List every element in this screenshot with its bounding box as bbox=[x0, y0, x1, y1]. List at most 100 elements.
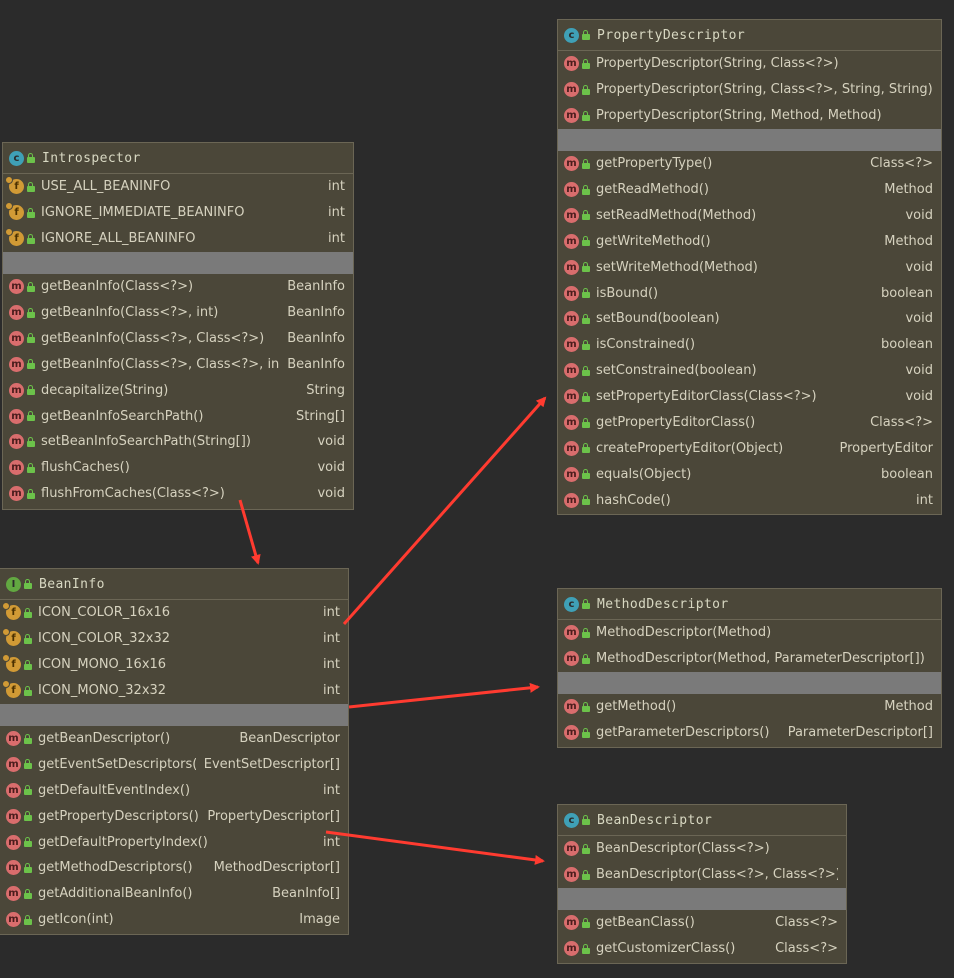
beandescriptor-header[interactable]: c BeanDescriptor bbox=[558, 805, 846, 836]
method-row[interactable]: m setConstrained(boolean) void bbox=[558, 358, 941, 384]
field-row[interactable]: f IGNORE_ALL_BEANINFO int bbox=[3, 226, 353, 252]
field-type: int bbox=[323, 657, 340, 673]
method-row[interactable]: m flushCaches() void bbox=[3, 455, 353, 481]
method-row[interactable]: m getPropertyEditorClass() Class<?> bbox=[558, 410, 941, 436]
method-return-type: BeanInfo bbox=[287, 305, 345, 320]
public-lock-icon bbox=[582, 443, 591, 454]
method-row[interactable]: m getBeanInfo(Class<?>, Class<?>, int) Bea… bbox=[3, 351, 353, 377]
constructor-name: PropertyDescriptor(String, Method, Metho… bbox=[596, 108, 882, 124]
method-row[interactable]: m createPropertyEditor(Object) PropertyEdi… bbox=[558, 435, 941, 461]
methoddescriptor-header[interactable]: c MethodDescriptor bbox=[558, 589, 941, 620]
public-lock-icon bbox=[582, 815, 591, 825]
constructor-row[interactable]: m PropertyDescriptor(String, Class<?>, St… bbox=[558, 77, 941, 103]
method-row[interactable]: m hashCode() int bbox=[558, 487, 941, 513]
constructor-row[interactable]: m PropertyDescriptor(String, Class<?>) bbox=[558, 51, 941, 77]
method-row[interactable]: m getDefaultPropertyIndex() int bbox=[0, 829, 348, 855]
method-name: equals(Object) bbox=[596, 466, 692, 482]
field-type: int bbox=[328, 231, 345, 247]
propertydescriptor-header[interactable]: c PropertyDescriptor bbox=[558, 20, 941, 51]
method-row[interactable]: m setBound(boolean) void bbox=[558, 306, 941, 332]
method-row[interactable]: m getMethod() Method bbox=[558, 694, 941, 720]
method-row[interactable]: m getMethodDescriptors() MethodDescriptor[… bbox=[0, 855, 348, 881]
method-row[interactable]: m getEventSetDescriptors() EventSetDescrip… bbox=[0, 751, 348, 777]
method-row[interactable]: m decapitalize(String) String bbox=[3, 377, 353, 403]
field-row[interactable]: f ICON_MONO_32x32 int bbox=[0, 678, 348, 704]
method-name: setBound(boolean) bbox=[596, 311, 720, 327]
method-row[interactable]: m flushFromCaches(Class<?>) void bbox=[3, 481, 353, 507]
public-lock-icon bbox=[24, 914, 33, 925]
public-lock-icon bbox=[582, 943, 591, 954]
method-row[interactable]: m getBeanInfo(Class<?>, Class<?>) BeanInfo bbox=[3, 325, 353, 351]
constructor-name: MethodDescriptor(Method, ParameterDescri… bbox=[596, 651, 925, 667]
method-row[interactable]: m getDefaultEventIndex() int bbox=[0, 777, 348, 803]
method-row[interactable]: m setWriteMethod(Method) void bbox=[558, 254, 941, 280]
method-row[interactable]: m getReadMethod() Method bbox=[558, 177, 941, 203]
method-icon: m bbox=[564, 207, 579, 223]
constructor-row[interactable]: m BeanDescriptor(Class<?>, Class<?>) bbox=[558, 862, 846, 888]
method-row[interactable]: m getCustomizerClass() Class<?> bbox=[558, 936, 846, 962]
field-name: ICON_MONO_32x32 bbox=[38, 683, 167, 699]
method-row[interactable]: m getIcon(int) Image bbox=[0, 907, 348, 933]
method-name: flushCaches() bbox=[41, 460, 130, 476]
field-row[interactable]: f ICON_COLOR_32x32 int bbox=[0, 626, 348, 652]
method-return-type: Method bbox=[884, 233, 933, 249]
method-return-type: int bbox=[323, 782, 340, 798]
method-name: getMethodDescriptors() bbox=[38, 860, 193, 876]
public-lock-icon bbox=[582, 110, 591, 121]
method-row[interactable]: m getBeanDescriptor() BeanDescriptor bbox=[0, 726, 348, 752]
constructor-row[interactable]: m BeanDescriptor(Class<?>) bbox=[558, 836, 846, 862]
method-row[interactable]: m isBound() boolean bbox=[558, 280, 941, 306]
methods-section: m getBeanClass() Class<?> m getCustomizerCl… bbox=[558, 910, 846, 962]
method-row[interactable]: m getBeanInfo(Class<?>) BeanInfo bbox=[3, 274, 353, 300]
constructor-row[interactable]: m MethodDescriptor(Method) bbox=[558, 620, 941, 646]
field-name: ICON_COLOR_16x16 bbox=[38, 605, 170, 621]
constructor-name: PropertyDescriptor(String, Class<?>) bbox=[596, 56, 839, 72]
beaninfo-interface-box[interactable]: I BeanInfo f ICON_COLOR_16x16 int f ICON_CO… bbox=[0, 568, 349, 935]
public-lock-icon bbox=[24, 685, 33, 696]
method-row[interactable]: m getPropertyDescriptors() PropertyDescrip… bbox=[0, 803, 348, 829]
abstract-method-icon: m bbox=[6, 834, 21, 850]
method-row[interactable]: m getWriteMethod() Method bbox=[558, 228, 941, 254]
methoddescriptor-class-box[interactable]: c MethodDescriptor m MethodDescriptor(Met… bbox=[557, 588, 942, 748]
constructor-row[interactable]: m MethodDescriptor(Method, ParameterDescr… bbox=[558, 646, 941, 672]
field-row[interactable]: f ICON_COLOR_16x16 int bbox=[0, 600, 348, 626]
field-row[interactable]: f ICON_MONO_16x16 int bbox=[0, 652, 348, 678]
method-name: getCustomizerClass() bbox=[596, 941, 736, 957]
public-lock-icon bbox=[582, 701, 591, 712]
field-name: IGNORE_IMMEDIATE_BEANINFO bbox=[41, 205, 245, 221]
method-icon: m bbox=[564, 182, 579, 197]
public-lock-icon bbox=[582, 365, 591, 376]
field-row[interactable]: f USE_ALL_BEANINFO int bbox=[3, 174, 353, 200]
public-lock-icon bbox=[27, 307, 36, 318]
method-name: getWriteMethod() bbox=[596, 233, 711, 249]
public-lock-icon bbox=[582, 469, 591, 480]
class-title: PropertyDescriptor bbox=[597, 27, 746, 43]
field-type: int bbox=[323, 631, 340, 647]
method-row[interactable]: m getBeanInfoSearchPath() String[] bbox=[3, 403, 353, 429]
method-row[interactable]: m setBeanInfoSearchPath(String[]) void bbox=[3, 429, 353, 455]
method-row[interactable]: m getPropertyType() Class<?> bbox=[558, 151, 941, 177]
method-icon: m bbox=[9, 486, 24, 502]
method-row[interactable]: m getBeanClass() Class<?> bbox=[558, 910, 846, 936]
method-row[interactable]: m setReadMethod(Method) void bbox=[558, 202, 941, 228]
method-row[interactable]: m getBeanInfo(Class<?>, int) BeanInfo bbox=[3, 300, 353, 326]
section-divider bbox=[558, 671, 941, 694]
method-icon: m bbox=[564, 867, 579, 883]
propertydescriptor-class-box[interactable]: c PropertyDescriptor m PropertyDescriptor… bbox=[557, 19, 942, 515]
field-row[interactable]: f IGNORE_IMMEDIATE_BEANINFO int bbox=[3, 200, 353, 226]
introspector-header[interactable]: c Introspector bbox=[3, 143, 353, 174]
method-row[interactable]: m isConstrained() boolean bbox=[558, 332, 941, 358]
constructor-row[interactable]: m PropertyDescriptor(String, Method, Meth… bbox=[558, 103, 941, 129]
public-lock-icon bbox=[582, 262, 591, 273]
beandescriptor-class-box[interactable]: c BeanDescriptor m BeanDescriptor(Class<?… bbox=[557, 804, 847, 964]
method-return-type: String bbox=[306, 382, 345, 398]
method-row[interactable]: m getParameterDescriptors() ParameterDescr… bbox=[558, 720, 941, 746]
introspector-class-box[interactable]: c Introspector f USE_ALL_BEANINFO int f IGN… bbox=[2, 142, 354, 510]
method-row[interactable]: m getAdditionalBeanInfo() BeanInfo[] bbox=[0, 881, 348, 907]
method-row[interactable]: m equals(Object) boolean bbox=[558, 461, 941, 487]
method-row[interactable]: m setPropertyEditorClass(Class<?>) void bbox=[558, 384, 941, 410]
field-name: ICON_MONO_16x16 bbox=[38, 657, 167, 673]
method-return-type: EventSetDescriptor[] bbox=[203, 756, 340, 772]
section-divider bbox=[558, 887, 846, 910]
beaninfo-header[interactable]: I BeanInfo bbox=[0, 569, 348, 600]
